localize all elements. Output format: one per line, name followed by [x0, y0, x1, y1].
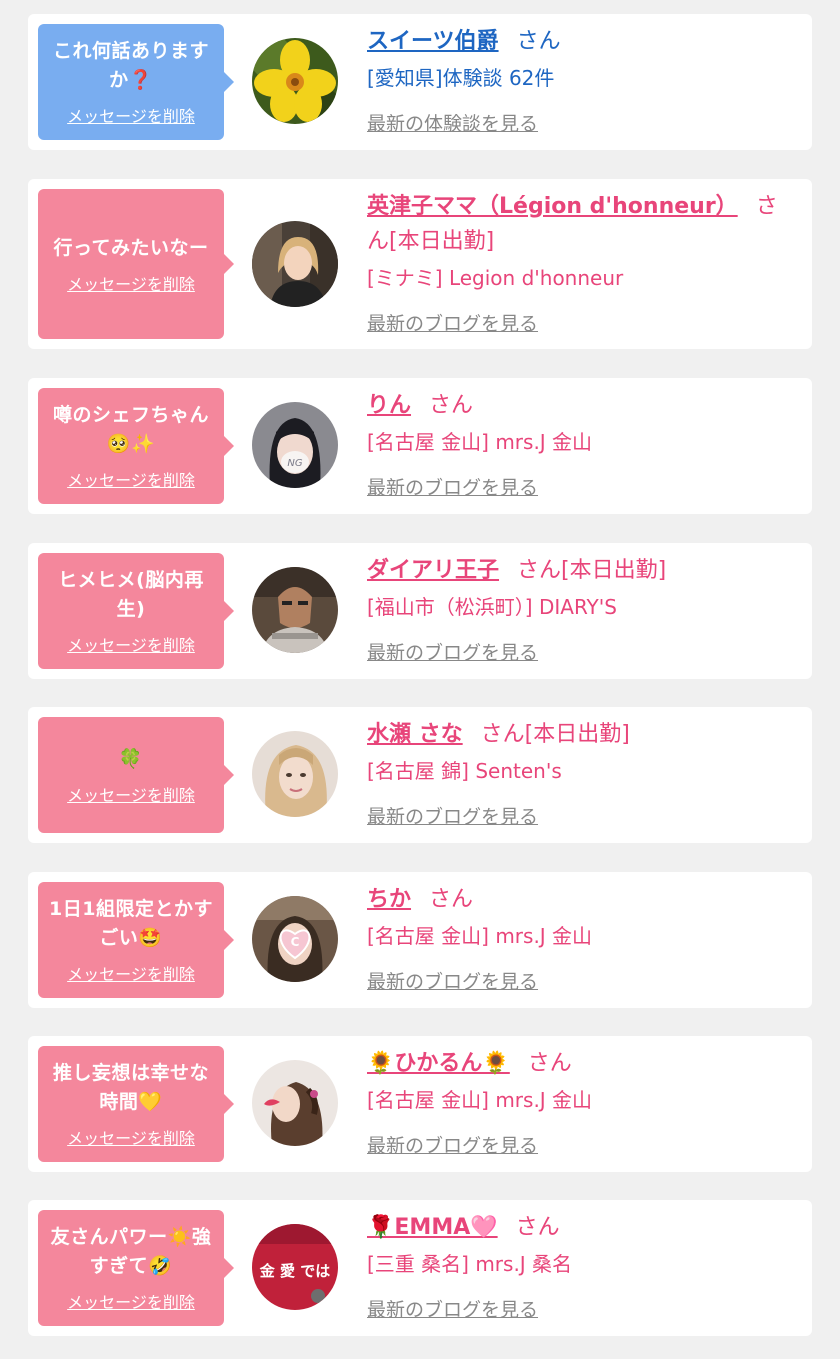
- sender-info: 🌹EMMA🩷 さん [三重 桑名] mrs.J 桑名 最新のブログを見る: [367, 1210, 796, 1322]
- message-bubble: 推し妄想は幸せな時間💛 メッセージを削除: [38, 1046, 234, 1162]
- avatar[interactable]: 金 愛 では: [252, 1224, 338, 1310]
- name-suffix: さん: [527, 1051, 572, 1076]
- shop-info: [三重 桑名] mrs.J 桑名: [367, 1252, 573, 1276]
- sender-info: 水瀬 さな さん[本日出勤] [名古屋 錦] Senten's 最新のブログを見る: [367, 717, 796, 829]
- name-suffix: さん: [429, 887, 474, 912]
- message-bubble: 友さんパワー☀️強すぎて🤣 メッセージを削除: [38, 1210, 234, 1326]
- shop-info: [福山市（松浜町）] DIARY'S: [367, 595, 617, 619]
- avatar-red-shirt-photo: 金 愛 では: [252, 1224, 338, 1310]
- message-bubble: 行ってみたいなー メッセージを削除: [38, 189, 234, 339]
- avatar-masked-woman-photo: NG: [252, 402, 338, 488]
- avatar-woman-back-photo: [252, 1060, 338, 1146]
- message-bubble: ヒメヒメ(脳内再生) メッセージを削除: [38, 553, 234, 669]
- message-card: これ何話ありますか❓ メッセージを削除 スイーツ伯爵さん [愛知県]体験談 62…: [28, 14, 812, 150]
- latest-post-link[interactable]: 最新のブログを見る: [367, 802, 538, 829]
- message-card: 1日1組限定とかすごい🤩 メッセージを削除 C ちか さん [名古屋 金山] mr…: [28, 872, 812, 1008]
- latest-post-link[interactable]: 最新のブログを見る: [367, 967, 538, 994]
- name-suffix: さん[本日出勤]: [480, 722, 630, 747]
- latest-post-link[interactable]: 最新のブログを見る: [367, 1131, 538, 1158]
- shop-info: [名古屋 金山] mrs.J 金山: [367, 430, 593, 454]
- avatar[interactable]: NG: [252, 402, 338, 488]
- message-text: 推し妄想は幸せな時間💛: [52, 1062, 209, 1113]
- message-card: 行ってみたいなー メッセージを削除 英津子ママ（Légion d'honneur…: [28, 179, 812, 349]
- avatar-yellow-flower-image: [252, 38, 338, 124]
- sender-name-line: 🌻ひかるん🌻 さん: [367, 1046, 796, 1081]
- delete-message-link[interactable]: メッセージを削除: [67, 961, 195, 985]
- message-bubble: 1日1組限定とかすごい🤩 メッセージを削除: [38, 882, 234, 998]
- message-card: 友さんパワー☀️強すぎて🤣 メッセージを削除 金 愛 では 🌹EMMA🩷 さん […: [28, 1200, 812, 1336]
- avatar[interactable]: [252, 1060, 338, 1146]
- latest-post-link[interactable]: 最新のブログを見る: [367, 1295, 538, 1322]
- sender-info: ダイアリ王子 さん[本日出勤] [福山市（松浜町）] DIARY'S 最新のブログ…: [367, 553, 796, 665]
- sender-name-line: 🌹EMMA🩷 さん: [367, 1210, 796, 1245]
- favorite-messages-list: これ何話ありますか❓ メッセージを削除 スイーツ伯爵さん [愛知県]体験談 62…: [0, 0, 840, 1359]
- avatar[interactable]: [252, 567, 338, 653]
- message-card: ヒメヒメ(脳内再生) メッセージを削除 ダイアリ王子 さん[本日出勤] [福山市（…: [28, 543, 812, 679]
- ng-mark: NG: [287, 458, 302, 469]
- message-text: 🍀: [118, 747, 144, 770]
- latest-post-link[interactable]: 最新の体験談を見る: [367, 109, 538, 136]
- avatar[interactable]: [252, 221, 338, 307]
- sender-name-link[interactable]: 水瀬 さな: [367, 722, 463, 747]
- message-bubble: 🍀 メッセージを削除: [38, 717, 234, 833]
- message-text: これ何話ありますか❓: [52, 40, 209, 91]
- sender-name-link[interactable]: りん: [367, 393, 411, 418]
- name-suffix: さん: [516, 29, 561, 54]
- message-text: 1日1組限定とかすごい🤩: [49, 898, 213, 949]
- delete-message-link[interactable]: メッセージを削除: [67, 467, 195, 491]
- message-text: 友さんパワー☀️強すぎて🤣: [50, 1226, 212, 1277]
- message-bubble: 噂のシェフちゃん🥺✨ メッセージを削除: [38, 388, 234, 504]
- message-text: 噂のシェフちゃん🥺✨: [52, 404, 209, 455]
- sender-name-link[interactable]: 🌻ひかるん🌻: [367, 1051, 510, 1076]
- latest-post-link[interactable]: 最新のブログを見る: [367, 309, 538, 336]
- avatar[interactable]: [252, 731, 338, 817]
- delete-message-link[interactable]: メッセージを削除: [67, 632, 195, 656]
- sender-info: 🌻ひかるん🌻 さん [名古屋 金山] mrs.J 金山 最新のブログを見る: [367, 1046, 796, 1158]
- heart-letter: C: [291, 935, 300, 949]
- message-card: 🍀 メッセージを削除 水瀬 さな さん[本日出勤] [名古屋 錦] Senten'…: [28, 707, 812, 843]
- latest-post-link[interactable]: 最新のブログを見る: [367, 638, 538, 665]
- name-suffix: さん: [429, 393, 474, 418]
- sender-name-line: スイーツ伯爵 さん: [367, 24, 796, 59]
- avatar-heart-covered-face-photo: C: [252, 896, 338, 982]
- avatar[interactable]: [252, 38, 338, 124]
- shop-info: [名古屋 金山] mrs.J 金山: [367, 924, 593, 948]
- avatar-blonde-woman-photo: [252, 731, 338, 817]
- sender-name-line: ダイアリ王子 さん[本日出勤]: [367, 553, 796, 588]
- message-card: 推し妄想は幸せな時間💛 メッセージを削除 🌻ひかるん🌻 さん [名古屋 金山] m…: [28, 1036, 812, 1172]
- delete-message-link[interactable]: メッセージを削除: [67, 1289, 195, 1313]
- sender-info: りん さん [名古屋 金山] mrs.J 金山 最新のブログを見る: [367, 388, 796, 500]
- message-text: 行ってみたいなー: [53, 236, 209, 259]
- shop-info: [愛知県]体験談 62件: [367, 66, 555, 90]
- sender-name-line: ちか さん: [367, 882, 796, 917]
- sender-name-link[interactable]: ちか: [367, 887, 411, 912]
- delete-message-link[interactable]: メッセージを削除: [67, 782, 195, 806]
- shop-info: [名古屋 金山] mrs.J 金山: [367, 1088, 593, 1112]
- avatar[interactable]: C: [252, 896, 338, 982]
- sender-name-link[interactable]: 🌹EMMA🩷: [367, 1215, 498, 1240]
- sender-info: 英津子ママ（Légion d'honneur） さん[本日出勤] [ミナミ] Le…: [367, 189, 796, 336]
- message-text: ヒメヒメ(脳内再生): [58, 569, 204, 620]
- sender-name-line: 英津子ママ（Légion d'honneur） さん[本日出勤]: [367, 189, 796, 259]
- name-suffix: さん[本日出勤]: [517, 558, 667, 583]
- message-card: 噂のシェフちゃん🥺✨ メッセージを削除 NG りん さん [名古屋 金山] mrs…: [28, 378, 812, 514]
- delete-message-link[interactable]: メッセージを削除: [67, 1125, 195, 1149]
- name-suffix: さん: [515, 1215, 560, 1240]
- sender-name-link[interactable]: 英津子ママ（Légion d'honneur）: [367, 194, 738, 219]
- sender-info: スイーツ伯爵 さん [愛知県]体験談 62件 最新の体験談を見る: [367, 24, 796, 136]
- sender-info: ちか さん [名古屋 金山] mrs.J 金山 最新のブログを見る: [367, 882, 796, 994]
- delete-message-link[interactable]: メッセージを削除: [67, 103, 195, 127]
- message-bubble: これ何話ありますか❓ メッセージを削除: [38, 24, 234, 140]
- shop-info: [ミナミ] Legion d'honneur: [367, 266, 624, 290]
- sender-name-line: りん さん: [367, 388, 796, 423]
- sender-name-link[interactable]: ダイアリ王子: [367, 558, 499, 583]
- shop-info: [名古屋 錦] Senten's: [367, 759, 562, 783]
- sender-name-link[interactable]: スイーツ伯爵: [367, 29, 499, 54]
- latest-post-link[interactable]: 最新のブログを見る: [367, 473, 538, 500]
- shirt-text: 金 愛 では: [259, 1262, 330, 1280]
- sender-name-line: 水瀬 さな さん[本日出勤]: [367, 717, 796, 752]
- delete-message-link[interactable]: メッセージを削除: [67, 271, 195, 295]
- avatar-costumed-man-photo: [252, 567, 338, 653]
- avatar-woman-photo: [252, 221, 338, 307]
